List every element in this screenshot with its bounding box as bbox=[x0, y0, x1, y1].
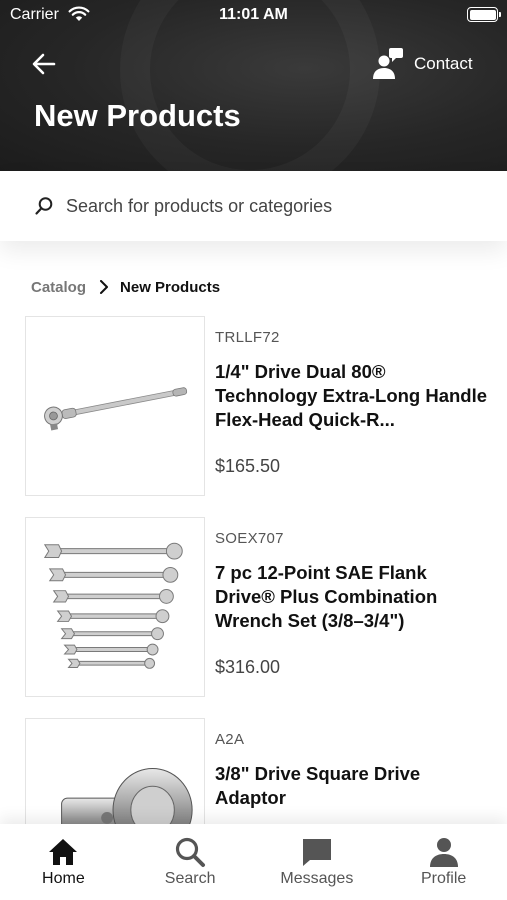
wrench-set-image bbox=[43, 542, 183, 669]
product-image bbox=[25, 316, 205, 496]
search-input[interactable] bbox=[66, 191, 486, 221]
contact-label: Contact bbox=[414, 54, 473, 73]
tab-label: Profile bbox=[420, 870, 467, 887]
profile-icon bbox=[429, 838, 458, 867]
tab-search[interactable]: Search bbox=[127, 824, 254, 900]
breadcrumb: Catalog New Products bbox=[31, 276, 220, 298]
tab-label: Home bbox=[42, 870, 85, 887]
product-card[interactable]: SOEX707 7 pc 12-Point SAE Flank Drive® P… bbox=[25, 517, 495, 697]
screen: Carrier 11:01 AM Contact New Products Se… bbox=[0, 0, 507, 900]
search-icon bbox=[35, 197, 53, 215]
tab-profile[interactable]: Profile bbox=[380, 824, 507, 900]
chevron-right-icon bbox=[100, 280, 109, 294]
home-icon bbox=[49, 839, 78, 865]
tab-label: Search bbox=[164, 870, 216, 887]
product-name: 7 pc 12-Point SAE Flank Drive® Plus Comb… bbox=[215, 562, 438, 631]
status-bar: Carrier 11:01 AM bbox=[0, 0, 507, 30]
product-price: $316.00 bbox=[215, 657, 281, 677]
tab-label: Messages bbox=[280, 870, 354, 887]
battery-icon bbox=[467, 7, 501, 22]
contact-icon bbox=[373, 48, 403, 79]
contact-button[interactable]: Contact bbox=[370, 44, 495, 84]
breadcrumb-catalog-link[interactable]: Catalog bbox=[31, 279, 86, 296]
product-sku: A2A bbox=[215, 731, 245, 748]
product-price: $165.50 bbox=[215, 456, 281, 476]
breadcrumb-current: New Products bbox=[120, 278, 221, 296]
page-title: New Products bbox=[34, 98, 241, 133]
search-icon bbox=[176, 837, 206, 867]
header: Carrier 11:01 AM Contact New Products bbox=[0, 0, 507, 171]
product-image bbox=[25, 517, 205, 697]
back-button[interactable] bbox=[28, 48, 60, 80]
tab-home[interactable]: Home bbox=[0, 824, 127, 900]
product-name: 3/8" Drive Square Drive Adaptor bbox=[215, 763, 421, 808]
arrow-left-icon bbox=[32, 53, 56, 75]
clock: 11:01 AM bbox=[219, 6, 288, 23]
search-bar bbox=[0, 171, 507, 241]
tab-messages[interactable]: Messages bbox=[254, 824, 381, 900]
product-sku: TRLLF72 bbox=[215, 329, 280, 346]
product-card[interactable]: TRLLF72 1/4" Drive Dual 80® Technology E… bbox=[25, 316, 495, 496]
product-name: 1/4" Drive Dual 80® Technology Extra-Lon… bbox=[215, 361, 488, 430]
messages-icon bbox=[302, 839, 331, 866]
tab-bar: Home Search Messages Profile bbox=[0, 824, 507, 900]
ratchet-image bbox=[44, 387, 188, 431]
product-sku: SOEX707 bbox=[215, 530, 284, 547]
